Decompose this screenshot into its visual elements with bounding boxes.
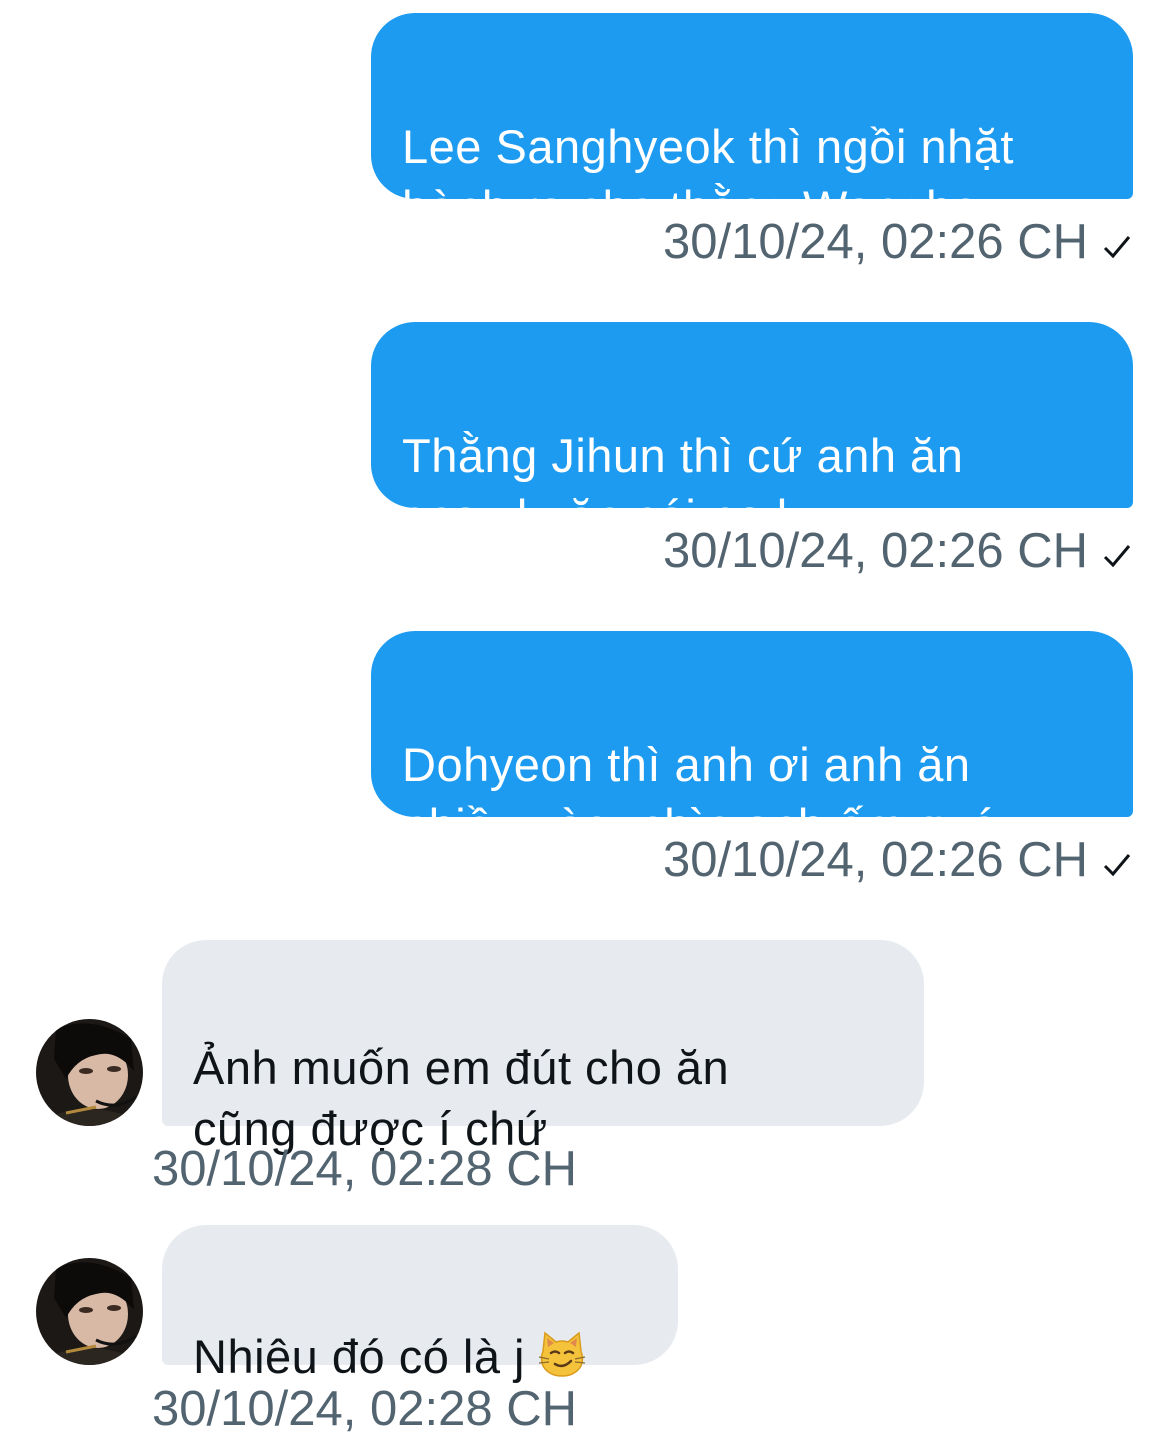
avatar-image xyxy=(36,1019,143,1126)
timestamp-text: 30/10/24, 02:26 CH xyxy=(663,215,1088,269)
sent-check-icon xyxy=(1102,835,1132,891)
timestamp-text: 30/10/24, 02:28 CH xyxy=(152,1382,577,1436)
avatar-image xyxy=(36,1258,143,1365)
message-timestamp: 30/10/24, 02:26 CH xyxy=(663,832,1132,891)
user-avatar[interactable] xyxy=(36,1019,143,1126)
timestamp-text: 30/10/24, 02:28 CH xyxy=(152,1142,577,1196)
message-bubble-incoming[interactable]: Ảnh muốn em đút cho ăn cũng được í chứ xyxy=(162,940,924,1155)
message-timestamp: 30/10/24, 02:26 CH xyxy=(663,523,1132,582)
message-timestamp: 30/10/24, 02:28 CH xyxy=(152,1381,577,1437)
message-text: Ảnh muốn em đút cho ăn cũng được í chứ xyxy=(193,1041,730,1155)
message-bubble-outgoing[interactable]: Dohyeon thì anh ơi anh ăn nhiều vào, nhì… xyxy=(371,631,1133,852)
message-bubble-outgoing[interactable]: Lee Sanghyeok thì ngồi nhặt hành ra cho … xyxy=(371,13,1133,234)
message-text: Nhiêu đó có là j xyxy=(193,1330,525,1383)
user-avatar[interactable] xyxy=(36,1258,143,1365)
sent-check-icon xyxy=(1102,217,1132,273)
message-timestamp: 30/10/24, 02:26 CH xyxy=(663,214,1132,273)
timestamp-text: 30/10/24, 02:26 CH xyxy=(663,833,1088,887)
timestamp-text: 30/10/24, 02:26 CH xyxy=(663,524,1088,578)
message-timestamp: 30/10/24, 02:28 CH xyxy=(152,1141,577,1197)
message-bubble-incoming[interactable]: Nhiêu đó có là j xyxy=(162,1225,678,1383)
message-bubble-outgoing[interactable]: Thằng Jihun thì cứ anh ăn cnay k, ăn cái… xyxy=(371,322,1133,543)
sent-check-icon xyxy=(1102,526,1132,582)
